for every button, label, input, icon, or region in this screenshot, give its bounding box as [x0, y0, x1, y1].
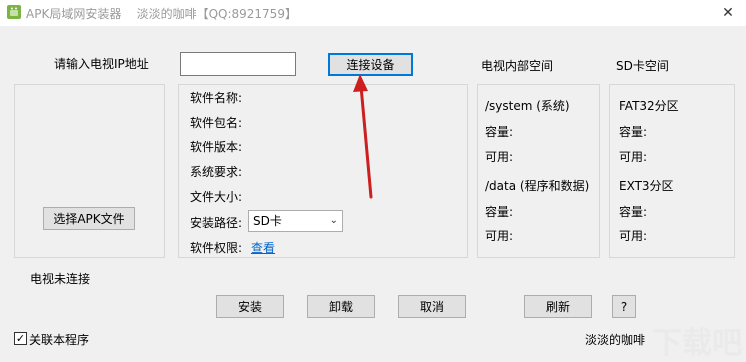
internal-space-header: 电视内部空间	[481, 59, 554, 73]
cancel-button[interactable]: 取消	[398, 295, 466, 318]
uninstall-button[interactable]: 卸载	[307, 295, 375, 318]
fat32-available-label: 可用:	[619, 150, 648, 164]
install-button[interactable]: 安装	[216, 295, 284, 318]
system-available-label: 可用:	[485, 150, 514, 164]
fat32-capacity-label: 容量:	[619, 125, 648, 139]
install-path-value: SD卡	[253, 214, 282, 228]
system-capacity-label: 容量:	[485, 125, 514, 139]
help-button[interactable]: ?	[612, 295, 636, 318]
refresh-button[interactable]: 刷新	[524, 295, 592, 318]
ip-input[interactable]	[180, 52, 296, 76]
window-title: APK局域网安装器 淡淡的咖啡【QQ:8921759】	[26, 7, 297, 21]
author-label: 淡淡的咖啡	[585, 333, 646, 347]
data-partition-label: /data (程序和数据)	[485, 179, 590, 193]
version-label: 软件版本:	[190, 140, 243, 154]
view-permission-link[interactable]: 查看	[251, 239, 275, 256]
sd-space-header: SD卡空间	[616, 59, 669, 73]
software-name-label: 软件名称:	[190, 91, 243, 105]
ext3-partition-label: EXT3分区	[619, 179, 674, 193]
system-requirement-label: 系统要求:	[190, 165, 243, 179]
permission-label: 软件权限:	[190, 241, 243, 255]
system-partition-label: /system (系统)	[485, 99, 570, 113]
apk-select-panel	[14, 84, 165, 258]
fat32-partition-label: FAT32分区	[619, 99, 679, 113]
ip-label: 请输入电视IP地址	[54, 57, 149, 71]
choose-apk-button[interactable]: 选择APK文件	[43, 207, 135, 230]
ext3-available-label: 可用:	[619, 229, 648, 243]
connection-status: 电视未连接	[30, 272, 91, 286]
package-name-label: 软件包名:	[190, 116, 243, 130]
data-available-label: 可用:	[485, 229, 514, 243]
install-path-select[interactable]: SD卡 ⌄	[248, 210, 343, 232]
close-icon[interactable]: ✕	[716, 3, 740, 23]
ext3-capacity-label: 容量:	[619, 205, 648, 219]
chevron-down-icon: ⌄	[329, 215, 338, 226]
install-path-label: 安装路径:	[190, 216, 243, 230]
associate-checkbox-label: 关联本程序	[29, 333, 90, 347]
android-app-icon	[7, 5, 21, 19]
file-size-label: 文件大小:	[190, 190, 243, 204]
data-capacity-label: 容量:	[485, 205, 514, 219]
annotation-arrow	[353, 74, 373, 199]
associate-checkbox[interactable]: ✓	[14, 332, 27, 345]
watermark-logo: 下载吧	[652, 326, 742, 361]
